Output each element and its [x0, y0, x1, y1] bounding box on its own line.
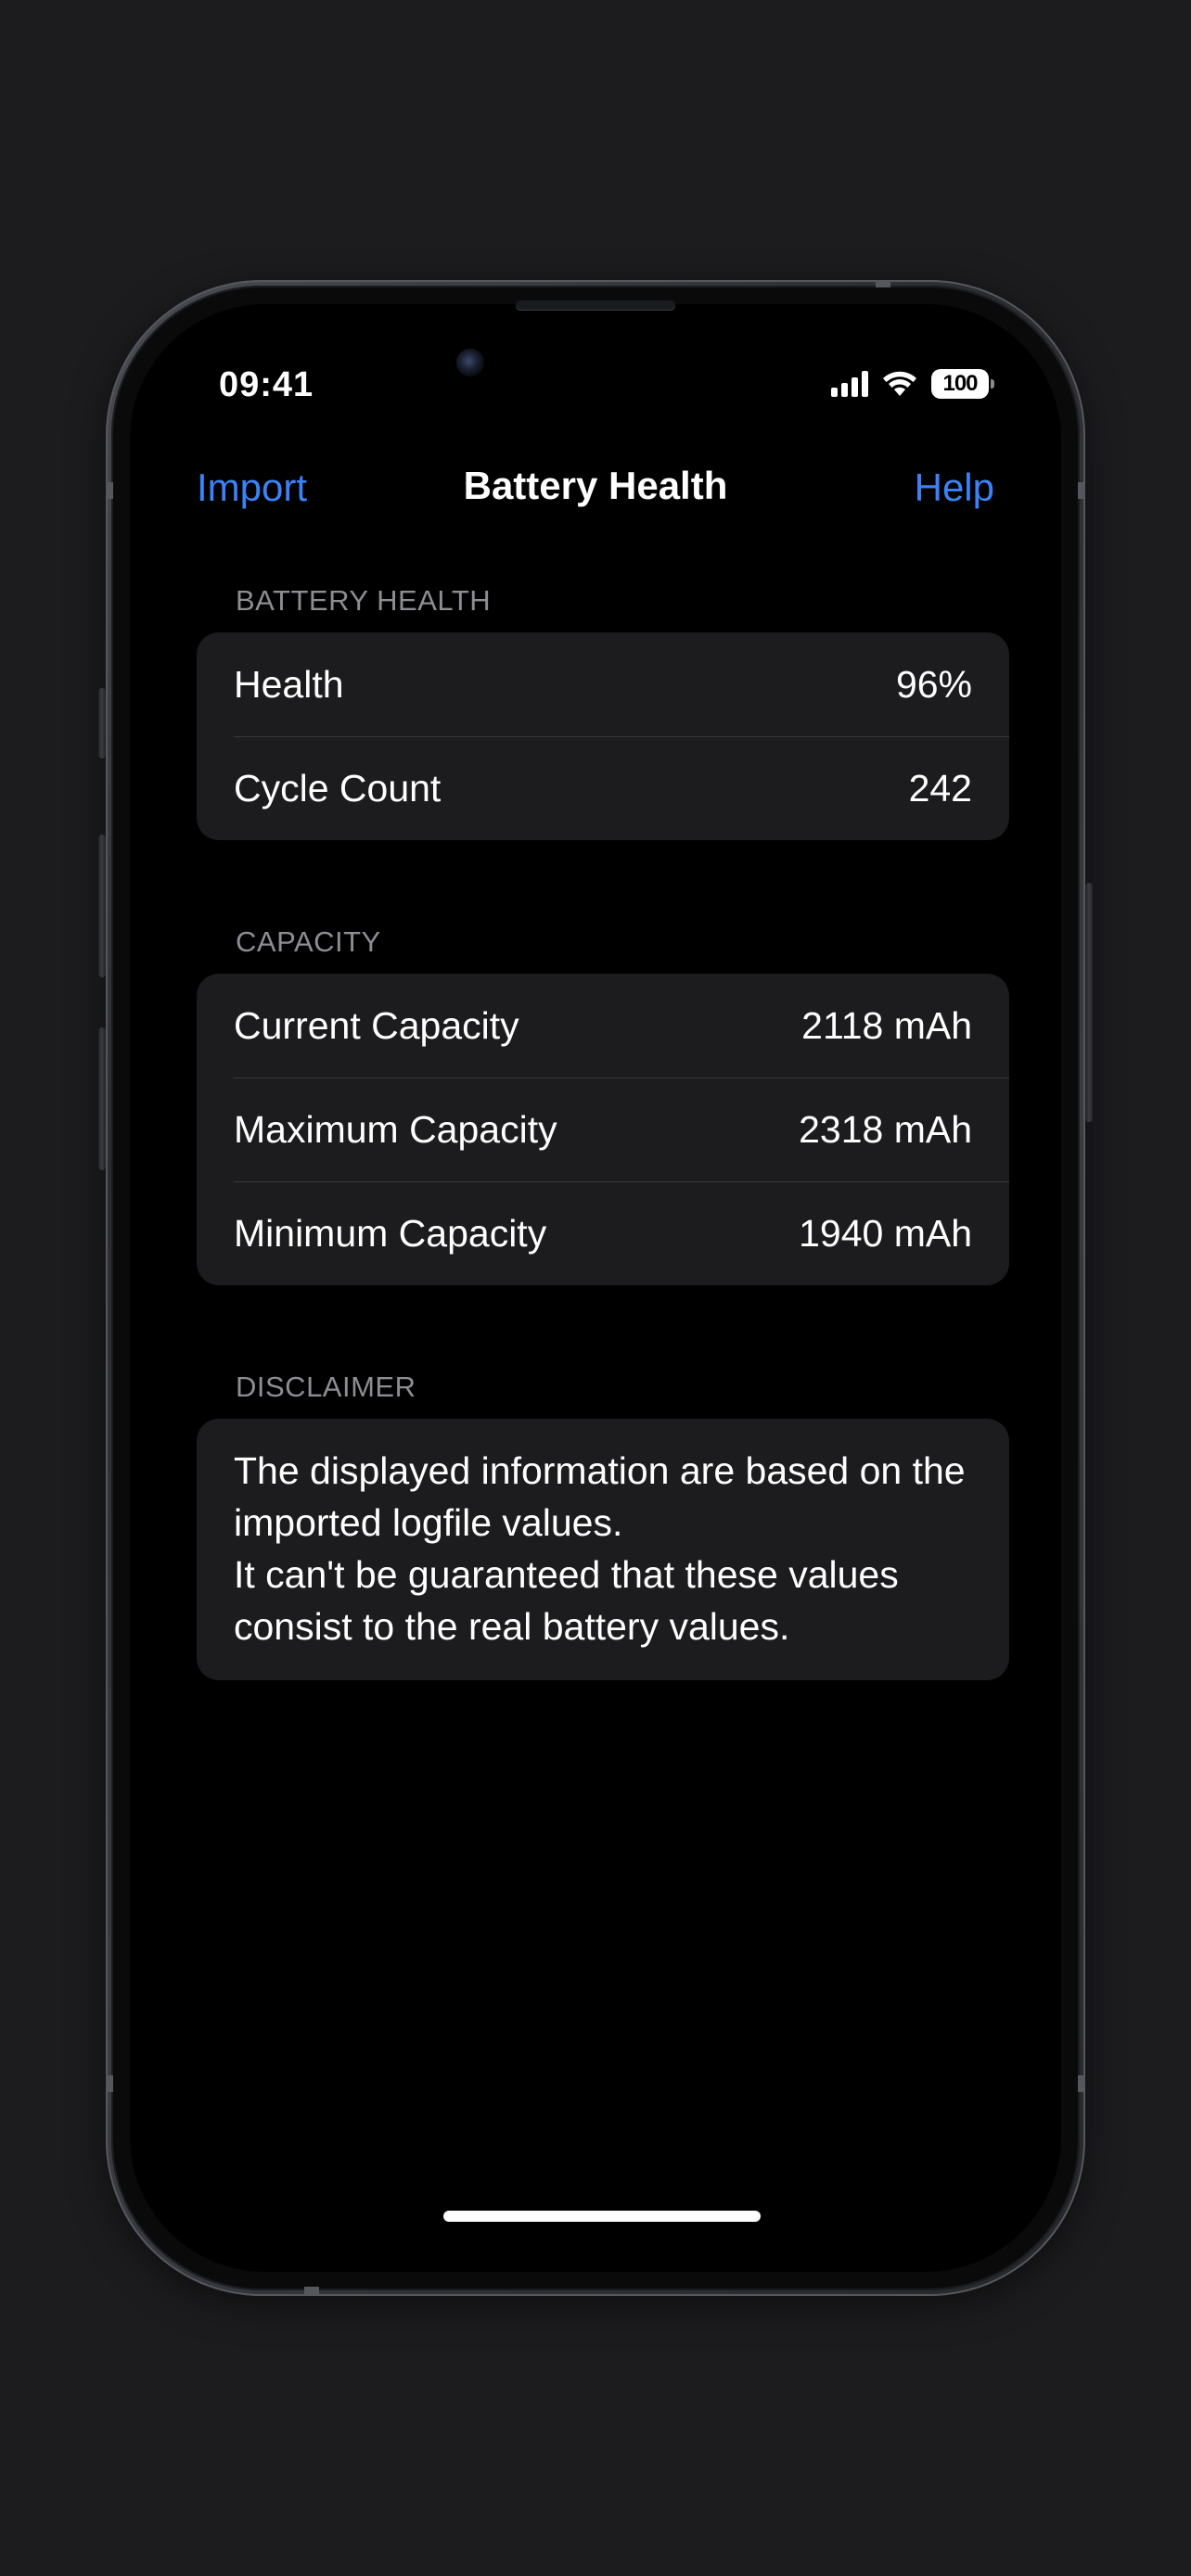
row-value: 96%	[895, 662, 972, 706]
disclaimer-text: The displayed information are based on t…	[197, 1419, 1009, 1680]
phone-frame: 09:41 100 Import Battery Health Help BAT…	[106, 280, 1085, 2296]
antenna-band	[304, 2287, 319, 2296]
disclaimer-line-1: The displayed information are based on t…	[234, 1449, 966, 1544]
antenna-band	[1078, 2075, 1085, 2092]
home-indicator[interactable]	[443, 2211, 761, 2222]
battery-icon: 100	[931, 369, 994, 399]
power-button	[1085, 883, 1093, 1122]
section-header-battery-health: BATTERY HEALTH	[236, 584, 492, 617]
antenna-band	[1078, 482, 1085, 499]
status-time: 09:41	[219, 365, 314, 404]
volume-down-button	[98, 1027, 106, 1170]
row-label: Cycle Count	[234, 766, 442, 810]
antenna-band	[106, 2075, 113, 2092]
disclaimer-line-2: It can't be guaranteed that these values…	[234, 1553, 899, 1648]
row-label: Health	[234, 662, 344, 706]
row-label: Current Capacity	[234, 1003, 519, 1047]
section-header-capacity: CAPACITY	[236, 925, 381, 958]
screen: 09:41 100 Import Battery Health Help BAT…	[130, 304, 1061, 2272]
battery-health-group: Health 96% Cycle Count 242	[197, 632, 1009, 840]
front-camera-icon	[456, 349, 484, 376]
row-value: 2318 mAh	[799, 1107, 972, 1151]
row-value: 2118 mAh	[801, 1003, 972, 1047]
wifi-icon	[883, 371, 916, 396]
capacity-group: Current Capacity 2118 mAh Maximum Capaci…	[197, 974, 1009, 1285]
antenna-band	[106, 482, 113, 499]
list-item-cycle-count: Cycle Count 242	[197, 736, 1009, 840]
antenna-band	[876, 280, 890, 287]
earpiece-speaker	[516, 300, 675, 310]
list-item-minimum-capacity: Minimum Capacity 1940 mAh	[197, 1181, 1009, 1285]
list-item-health: Health 96%	[197, 632, 1009, 736]
list-item-current-capacity: Current Capacity 2118 mAh	[197, 974, 1009, 1078]
status-icons: 100	[831, 369, 994, 399]
stage: 09:41 100 Import Battery Health Help BAT…	[0, 0, 1191, 2576]
row-label: Minimum Capacity	[234, 1211, 547, 1255]
help-button[interactable]: Help	[915, 465, 994, 510]
battery-level: 100	[942, 371, 978, 396]
disclaimer-group: The displayed information are based on t…	[197, 1419, 1009, 1680]
row-value: 242	[908, 766, 972, 810]
volume-up-button	[98, 835, 106, 977]
row-label: Maximum Capacity	[234, 1107, 557, 1151]
action-button	[98, 688, 106, 759]
row-value: 1940 mAh	[799, 1211, 972, 1255]
phone-bezel: 09:41 100 Import Battery Health Help BAT…	[111, 286, 1080, 2290]
cellular-signal-icon	[831, 371, 868, 397]
list-item-maximum-capacity: Maximum Capacity 2318 mAh	[197, 1078, 1009, 1181]
section-header-disclaimer: DISCLAIMER	[236, 1371, 416, 1403]
